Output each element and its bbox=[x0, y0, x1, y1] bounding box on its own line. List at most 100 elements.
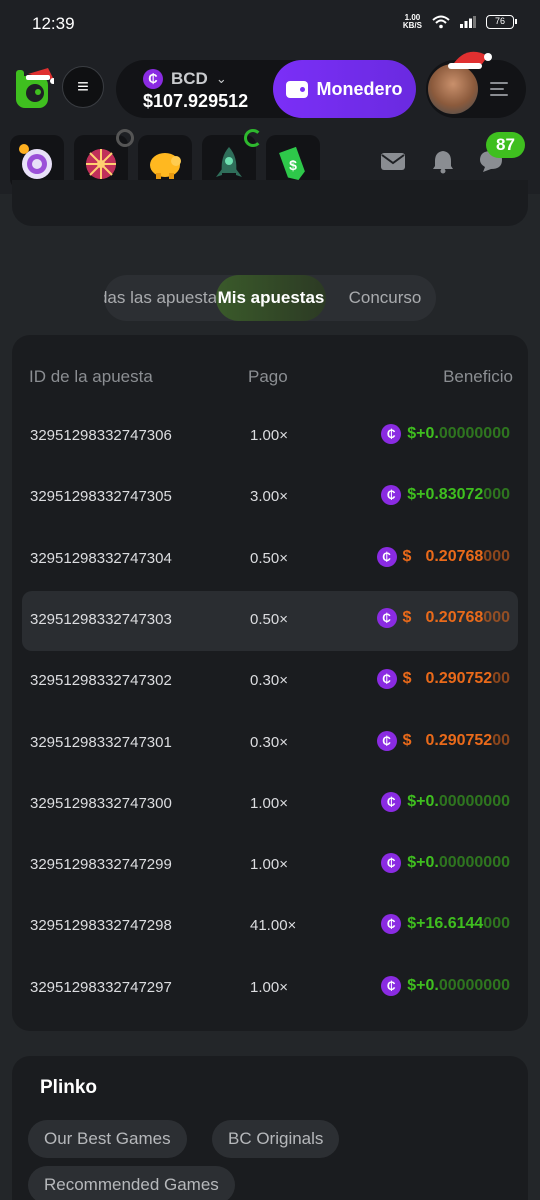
chip-our-best-games[interactable]: Our Best Games bbox=[28, 1120, 187, 1158]
mail-icon[interactable] bbox=[380, 148, 406, 174]
wallet-button-label: Monedero bbox=[316, 78, 403, 99]
profit-prefix: $ bbox=[402, 731, 412, 749]
svg-text:$: $ bbox=[289, 157, 297, 173]
user-menu-icon[interactable] bbox=[490, 82, 508, 96]
table-row[interactable]: 32951298332747297 1.00× ₵ $+0.00000000 bbox=[22, 959, 518, 1019]
profit-trailing-zeros: 00000000 bbox=[438, 854, 510, 872]
progress-ring-icon bbox=[116, 129, 134, 147]
wallet-balance-box: ₵ BCD ⌄ $107.929512 Monedero bbox=[116, 60, 416, 118]
network-speed: 1.00 KB/S bbox=[403, 14, 422, 30]
profit-amount: $+0.00000000 bbox=[407, 793, 510, 811]
bet-profit: ₵ $+16.6144000 bbox=[381, 914, 510, 935]
signal-icon bbox=[460, 16, 476, 28]
profit-main: 6144 bbox=[447, 915, 484, 933]
profit-prefix: $ bbox=[402, 547, 412, 565]
status-icons: 1.00 KB/S 76 bbox=[403, 14, 517, 30]
table-row[interactable]: 32951298332747299 1.00× ₵ $+0.00000000 bbox=[22, 836, 518, 896]
chat-badge: 87 bbox=[486, 132, 525, 158]
bcd-coin-icon: ₵ bbox=[381, 975, 402, 996]
profit-prefix: $ bbox=[402, 608, 412, 626]
bet-payout: 1.00× bbox=[250, 427, 288, 444]
profit-main: 0.290752 bbox=[425, 731, 493, 749]
bet-id: 32951298332747299 bbox=[30, 856, 172, 874]
table-row[interactable]: 32951298332747304 0.50× ₵ $0.20768000 bbox=[22, 530, 518, 590]
bet-profit: ₵ $0.29075200 bbox=[376, 730, 510, 751]
chip-bc-originals[interactable]: BC Originals bbox=[212, 1120, 340, 1158]
bcd-coin-icon: ₵ bbox=[376, 607, 397, 628]
user-profile-area[interactable] bbox=[426, 51, 526, 118]
profit-trailing-zeros: 00 bbox=[492, 731, 510, 749]
bet-payout: 0.30× bbox=[250, 672, 288, 690]
profit-amount: $+16.6144000 bbox=[407, 915, 510, 933]
bcd-coin-icon: ₵ bbox=[381, 424, 402, 444]
profit-main: 0.20768 bbox=[425, 547, 484, 565]
avatar[interactable] bbox=[428, 64, 478, 114]
bcd-coin-icon: ₵ bbox=[143, 69, 163, 89]
currency-name: BCD bbox=[171, 69, 208, 88]
table-row[interactable]: 32951298332747305 3.00× ₵ $+0.83072000 bbox=[22, 468, 518, 528]
tab-contest[interactable]: Concurso bbox=[330, 275, 436, 321]
column-header-bet-id: ID de la apuesta bbox=[29, 367, 153, 386]
bc-logo-icon[interactable] bbox=[14, 66, 54, 110]
table-row[interactable]: 32951298332747302 0.30× ₵ $0.29075200 bbox=[22, 652, 518, 712]
profit-prefix: $ bbox=[402, 670, 412, 688]
profit-main: 83072 bbox=[438, 486, 484, 504]
bet-id: 32951298332747300 bbox=[30, 794, 172, 812]
profit-trailing-zeros: 000 bbox=[483, 608, 510, 626]
chip-recommended-games[interactable]: Recommended Games bbox=[28, 1166, 235, 1200]
bet-id: 32951298332747297 bbox=[30, 978, 172, 996]
battery-level: 76 bbox=[494, 16, 505, 26]
wifi-icon bbox=[432, 15, 450, 29]
profit-trailing-zeros: 000 bbox=[483, 486, 510, 504]
bet-id: 32951298332747303 bbox=[30, 610, 172, 628]
profit-amount: $+0.00000000 bbox=[407, 425, 510, 443]
bcd-coin-icon: ₵ bbox=[376, 730, 397, 751]
chevron-down-icon: ⌄ bbox=[215, 71, 227, 86]
profit-trailing-zeros: 00 bbox=[492, 670, 510, 688]
bet-profit: ₵ $0.29075200 bbox=[376, 669, 510, 690]
profit-amount: $0.20768000 bbox=[403, 609, 510, 627]
bet-payout: 1.00× bbox=[250, 856, 288, 874]
wallet-button[interactable]: Monedero bbox=[273, 60, 416, 118]
table-row[interactable]: 32951298332747300 1.00× ₵ $+0.00000000 bbox=[22, 775, 518, 835]
profit-prefix: $+0 bbox=[407, 425, 435, 442]
bcd-coin-icon: ₵ bbox=[376, 546, 397, 567]
bet-payout: 3.00× bbox=[250, 488, 288, 506]
profit-trailing-zeros: 00000000 bbox=[438, 792, 510, 810]
bets-tabs: Todas las apuestas Mis apuestas Concurso bbox=[104, 275, 436, 321]
previous-panel-bottom bbox=[12, 180, 528, 226]
bcd-coin-icon: ₵ bbox=[381, 853, 402, 874]
table-row[interactable]: 32951298332747306 1.00× ₵ $+0.00000000 bbox=[22, 407, 518, 467]
bcd-coin-icon: ₵ bbox=[381, 485, 402, 506]
bet-payout: 0.30× bbox=[250, 733, 288, 751]
bell-icon[interactable] bbox=[430, 148, 456, 174]
wallet-icon bbox=[286, 80, 309, 98]
tab-all-bets[interactable]: Todas las apuestas bbox=[104, 275, 216, 321]
profit-prefix: $+0 bbox=[407, 854, 435, 872]
bet-id: 32951298332747298 bbox=[30, 917, 172, 935]
table-row[interactable]: 32951298332747298 41.00× ₵ $+16.6144000 bbox=[22, 897, 518, 957]
app-header: ≡ ₵ BCD ⌄ $107.929512 Monedero bbox=[0, 48, 540, 130]
profit-amount: $0.20768000 bbox=[403, 548, 510, 566]
profit-prefix: $+0 bbox=[407, 976, 435, 994]
profit-main: 0.20768 bbox=[425, 608, 484, 626]
main-menu-button[interactable]: ≡ bbox=[62, 66, 104, 108]
bet-id: 32951298332747301 bbox=[30, 733, 172, 751]
profit-main: 0.290752 bbox=[425, 670, 493, 688]
my-bets-table: ID de la apuesta Pago Beneficio 32951298… bbox=[12, 335, 528, 1031]
profit-amount: $0.29075200 bbox=[403, 732, 510, 750]
profit-trailing-zeros: 000 bbox=[483, 915, 510, 933]
bet-id: 32951298332747306 bbox=[30, 427, 172, 444]
bet-payout: 0.50× bbox=[250, 549, 288, 567]
bet-payout: 1.00× bbox=[250, 794, 288, 812]
profit-amount: $+0.00000000 bbox=[407, 977, 510, 995]
table-row[interactable]: 32951298332747303 0.50× ₵ $0.20768000 bbox=[22, 590, 518, 651]
currency-selector[interactable]: ₵ BCD ⌄ bbox=[143, 69, 227, 89]
section-title: Plinko bbox=[40, 1077, 98, 1098]
table-row[interactable]: 32951298332747301 0.30× ₵ $0.29075200 bbox=[22, 714, 518, 774]
tab-my-bets[interactable]: Mis apuestas bbox=[216, 275, 326, 321]
wallet-balance: $107.929512 bbox=[143, 91, 249, 111]
profit-prefix: $+16. bbox=[407, 915, 448, 933]
battery-icon: 76 bbox=[486, 15, 517, 29]
status-time: 12:39 bbox=[32, 14, 75, 33]
